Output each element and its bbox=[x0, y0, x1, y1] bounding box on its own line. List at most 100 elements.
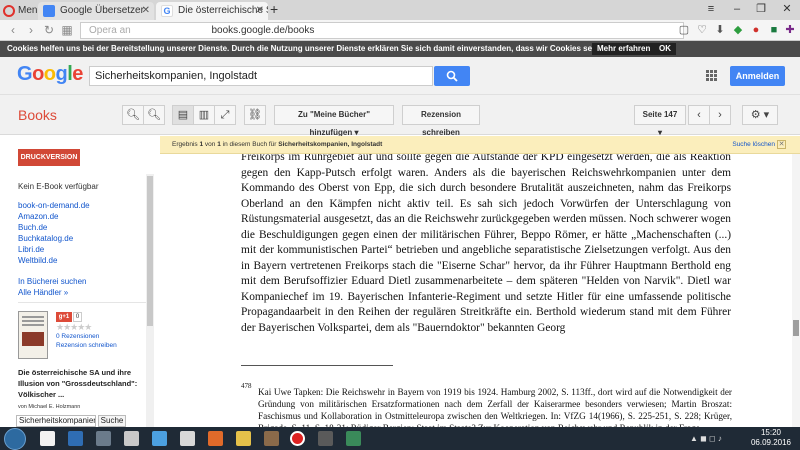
start-button[interactable] bbox=[4, 428, 26, 450]
heart-icon[interactable]: ♡ bbox=[694, 23, 710, 38]
app-icon-5[interactable] bbox=[152, 431, 167, 446]
extension-badge-icon[interactable]: ● bbox=[748, 23, 764, 38]
write-review-button[interactable]: Rezension schreiben bbox=[402, 105, 480, 137]
library-search-link[interactable]: In Bücherei suchen bbox=[18, 277, 87, 286]
browser-menu-button[interactable]: Menü bbox=[0, 2, 40, 20]
footnote-number: 478 bbox=[241, 382, 252, 390]
chevron-right-icon: › bbox=[718, 109, 722, 121]
app-icon-7[interactable] bbox=[208, 431, 223, 446]
maximize-button[interactable]: ❐ bbox=[750, 0, 772, 18]
app-icon-1[interactable] bbox=[40, 431, 55, 446]
taskbar: ▲ ◼ ◻ ♪ 15:20 06.09.2016 bbox=[0, 427, 800, 450]
app-icon-2[interactable] bbox=[68, 431, 83, 446]
page-viewer[interactable]: Freikorps im Ruhrgebiet auf und sollte g… bbox=[160, 154, 800, 427]
shop-link-buchkatalog[interactable]: Buchkatalog.de bbox=[18, 234, 73, 243]
system-clock[interactable]: 15:20 06.09.2016 bbox=[746, 428, 796, 448]
page-paragraph: Freikorps im Ruhrgebiet auf und sollte g… bbox=[241, 154, 731, 334]
gear-icon: ⚙ ▾ bbox=[750, 109, 770, 121]
book-title: Die österreichische SA und ihre Illusion… bbox=[18, 368, 138, 399]
tab-google-books[interactable]: G Die österreichische SA und ✕ bbox=[156, 2, 268, 20]
add-to-my-books-button[interactable]: Zu "Meine Bücher" hinzufügen ▾ bbox=[274, 105, 394, 137]
url-field[interactable]: Opera an books.google.de/books bbox=[80, 22, 684, 39]
download-icon[interactable]: ⬇ bbox=[712, 23, 728, 38]
app-icon-11[interactable] bbox=[346, 431, 361, 446]
app-icon-8[interactable] bbox=[236, 431, 251, 446]
zoom-out-icon: 🔍︎ bbox=[147, 109, 161, 121]
zoom-in-button[interactable]: 🔍︎ bbox=[122, 105, 144, 125]
puzzle-icon[interactable]: ✚ bbox=[782, 23, 798, 38]
reload-icon[interactable]: ↻ bbox=[40, 22, 58, 38]
shop-link-buch[interactable]: Buch.de bbox=[18, 223, 47, 232]
speed-dial-icon[interactable]: ▦ bbox=[58, 22, 76, 38]
zoom-in-icon: 🔍︎ bbox=[126, 109, 140, 121]
google-plus-button[interactable]: g+1 bbox=[56, 312, 72, 322]
previous-page-button[interactable]: ‹ bbox=[688, 105, 710, 125]
fullscreen-button[interactable]: ⤢ bbox=[214, 105, 236, 125]
browser-tabbar: Menü Google Übersetzer ✕ G Die österreic… bbox=[0, 0, 800, 20]
zoom-out-button[interactable]: 🔍︎ bbox=[143, 105, 165, 125]
books-title[interactable]: Books bbox=[18, 107, 57, 123]
chevron-left-icon: ‹ bbox=[697, 109, 701, 121]
search-input[interactable]: Sicherheitskompanien, Ingolstadt bbox=[89, 66, 433, 86]
tray-icons[interactable]: ▲ ◼ ◻ ♪ bbox=[690, 434, 722, 443]
shield-icon[interactable]: ▢ bbox=[676, 23, 692, 38]
page-body-text: Freikorps im Ruhrgebiet auf und sollte g… bbox=[241, 154, 731, 336]
shop-link-book-on-demand[interactable]: book-on-demand.de bbox=[18, 201, 90, 210]
address-bar: ‹ › ↻ ▦ Opera an books.google.de/books ▢… bbox=[0, 20, 800, 41]
minimize-button[interactable]: – bbox=[726, 0, 748, 18]
result-query: Sicherheitskompanien, Ingolstadt bbox=[278, 141, 383, 148]
fullscreen-icon: ⤢ bbox=[220, 109, 230, 121]
all-dealers-link[interactable]: Alle Händler » bbox=[18, 288, 68, 297]
close-window-button[interactable]: ✕ bbox=[776, 0, 798, 18]
shop-link-weltbild[interactable]: Weltbild.de bbox=[18, 256, 57, 265]
scrollbar-thumb[interactable] bbox=[793, 320, 799, 336]
book-search-button[interactable]: Suche bbox=[98, 415, 126, 427]
tab-menu-icon[interactable]: ≡ bbox=[700, 0, 722, 18]
book-cover[interactable] bbox=[18, 311, 48, 359]
opera-icon bbox=[3, 5, 15, 17]
apps-grid-icon[interactable] bbox=[706, 70, 718, 82]
scrollbar-thumb[interactable] bbox=[147, 176, 153, 326]
clear-search-link[interactable]: Suche löschen bbox=[732, 136, 775, 154]
clock-time: 15:20 bbox=[760, 428, 782, 437]
page-selector[interactable]: Seite 147 ▾ bbox=[634, 105, 686, 137]
single-page-view-button[interactable]: ▤ bbox=[172, 105, 194, 125]
search-button[interactable] bbox=[434, 66, 470, 86]
app-icon-6[interactable] bbox=[180, 431, 195, 446]
two-page-view-button[interactable]: ▥ bbox=[193, 105, 215, 125]
close-icon[interactable]: ✕ bbox=[777, 140, 786, 149]
settings-button[interactable]: ⚙ ▾ bbox=[742, 105, 778, 125]
book-search-input[interactable]: Sicherheitskompanien bbox=[16, 415, 96, 427]
app-icon-10[interactable] bbox=[318, 431, 333, 446]
opera-taskbar-icon[interactable] bbox=[290, 431, 305, 446]
signin-button[interactable]: Anmelden bbox=[730, 66, 785, 86]
new-tab-button[interactable]: + bbox=[270, 1, 278, 17]
google-translate-icon bbox=[43, 5, 55, 17]
close-tab-icon[interactable]: ✕ bbox=[142, 2, 150, 20]
next-page-button[interactable]: › bbox=[709, 105, 731, 125]
extension-icon[interactable]: ■ bbox=[766, 23, 782, 38]
app-icon-3[interactable] bbox=[96, 431, 111, 446]
reviews-link[interactable]: 0 Rezensionen bbox=[56, 333, 99, 340]
search-icon bbox=[446, 70, 458, 82]
two-pages-icon: ▥ bbox=[198, 109, 210, 121]
print-version-button[interactable]: DRUCKVERSION bbox=[18, 149, 80, 166]
app-icon-4[interactable] bbox=[124, 431, 139, 446]
sidebar-scrollbar[interactable] bbox=[146, 174, 154, 427]
adblock-icon[interactable]: ◆ bbox=[730, 23, 746, 38]
write-review-link[interactable]: Rezension schreiben bbox=[56, 342, 117, 349]
back-icon[interactable]: ‹ bbox=[4, 22, 22, 38]
link-button[interactable]: ⛓ bbox=[244, 105, 266, 125]
tab-google-translate[interactable]: Google Übersetzer ✕ bbox=[38, 2, 154, 20]
google-logo[interactable]: Google bbox=[17, 63, 83, 86]
viewer-scrollbar[interactable] bbox=[792, 154, 800, 427]
close-tab-icon[interactable]: ✕ bbox=[256, 2, 264, 20]
shop-link-amazon[interactable]: Amazon.de bbox=[18, 212, 58, 221]
app-icon-9[interactable] bbox=[264, 431, 279, 446]
forward-icon[interactable]: › bbox=[22, 22, 40, 38]
book-author: von Michael E. Holzmann bbox=[18, 404, 81, 410]
more-info-button[interactable]: Mehr erfahren bbox=[592, 43, 656, 55]
shop-link-libri[interactable]: Libri.de bbox=[18, 245, 44, 254]
cookie-ok-button[interactable]: OK bbox=[654, 43, 676, 55]
cookie-notice: Cookies helfen uns bei der Bereitstellun… bbox=[0, 41, 800, 57]
